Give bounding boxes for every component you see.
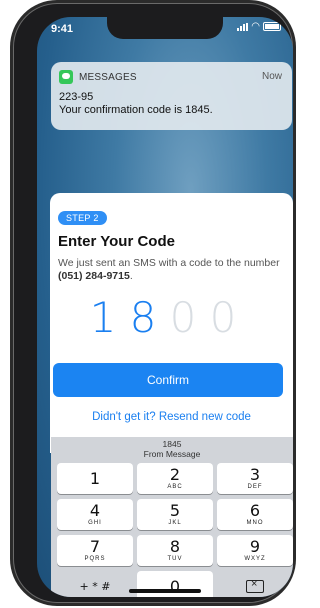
- key-letters: JKL: [168, 519, 182, 526]
- status-time: 9:41: [51, 23, 74, 35]
- key-symbols[interactable]: + * #: [57, 571, 133, 597]
- code-digit-3[interactable]: 0: [165, 293, 201, 342]
- description-end: .: [129, 270, 133, 282]
- key-9[interactable]: 9 WXYZ: [217, 535, 293, 566]
- key-3[interactable]: 3 DEF: [217, 463, 293, 494]
- key-7[interactable]: 7 PQRS: [57, 535, 133, 566]
- card-description: We just sent an SMS with a code to the n…: [58, 257, 280, 283]
- key-number: 3: [249, 464, 261, 484]
- key-number: 7: [89, 536, 101, 556]
- messages-app-icon: [59, 70, 73, 84]
- key-2[interactable]: 2 ABC: [137, 463, 213, 494]
- key-grid: 1 2 ABC 3 DEF 4 GHI 5 JKL 6 MNO 7 PQRS 8 TUV 9W…: [57, 463, 293, 597]
- key-letters: TUV: [167, 555, 183, 562]
- code-digit-4[interactable]: 0: [205, 293, 241, 342]
- delete-key[interactable]: [217, 571, 293, 597]
- key-letters: DEF: [247, 483, 263, 490]
- battery-icon: [263, 22, 281, 31]
- numeric-keyboard: 1845 From Message 1 2 ABC 3 DEF 4 GHI 5 JKL …: [51, 437, 293, 597]
- code-digit-1[interactable]: 1: [85, 293, 121, 342]
- key-number: 9: [249, 536, 261, 556]
- key-number: 2: [169, 464, 181, 484]
- key-number: 6: [249, 500, 261, 520]
- notification-time: Now: [261, 71, 282, 82]
- page-title: Enter Your Code: [58, 233, 175, 250]
- delete-icon: [246, 578, 264, 593]
- key-number: 1: [89, 468, 101, 488]
- home-indicator[interactable]: [129, 589, 201, 593]
- screen: 9:41 ◠ MESSAGES Now 223-95 Your confirma…: [37, 17, 293, 597]
- key-6[interactable]: 6 MNO: [217, 499, 293, 530]
- key-4[interactable]: 4 GHI: [57, 499, 133, 530]
- notification-app-name: MESSAGES: [79, 71, 137, 83]
- description-text: We just sent an SMS with a code to the n…: [58, 257, 280, 269]
- phone-number: (051) 284-9715: [58, 270, 130, 282]
- key-1[interactable]: 1: [57, 463, 133, 494]
- message-notification[interactable]: MESSAGES Now 223-95 Your confirmation co…: [51, 62, 292, 130]
- key-letters: MNO: [246, 519, 264, 526]
- notification-app: MESSAGES: [59, 70, 137, 84]
- key-number: 8: [169, 536, 181, 556]
- key-number: 4: [89, 500, 101, 520]
- key-number: + * #: [79, 579, 111, 593]
- phone-frame: 9:41 ◠ MESSAGES Now 223-95 Your confirma…: [13, 3, 293, 603]
- suggestion-source: From Message: [143, 449, 201, 459]
- notification-title: 223-95: [59, 91, 94, 103]
- resend-code-link[interactable]: Didn't get it? Resend new code: [50, 411, 293, 423]
- key-number: 5: [169, 500, 181, 520]
- confirm-button[interactable]: Confirm: [53, 363, 283, 397]
- code-digit-2[interactable]: 8: [125, 293, 161, 342]
- code-suggestion[interactable]: 1845 From Message: [51, 439, 293, 459]
- key-letters: WXYZ: [244, 555, 266, 562]
- key-5[interactable]: 5 JKL: [137, 499, 213, 530]
- status-icons: ◠: [237, 20, 281, 32]
- step-badge: STEP 2: [58, 211, 107, 225]
- key-8[interactable]: 8 TUV: [137, 535, 213, 566]
- notification-body: Your confirmation code is 1845.: [59, 104, 213, 116]
- signal-icon: [237, 22, 249, 31]
- key-letters: GHI: [88, 519, 102, 526]
- key-letters: ABC: [167, 483, 183, 490]
- code-input[interactable]: 1 8 0 0: [85, 293, 241, 342]
- notch: [107, 17, 223, 39]
- key-letters: PQRS: [84, 555, 106, 562]
- wifi-icon: ◠: [251, 20, 260, 32]
- key-0[interactable]: 0: [137, 571, 213, 597]
- suggestion-code: 1845: [162, 439, 182, 449]
- verification-card: STEP 2 Enter Your Code We just sent an S…: [50, 193, 293, 453]
